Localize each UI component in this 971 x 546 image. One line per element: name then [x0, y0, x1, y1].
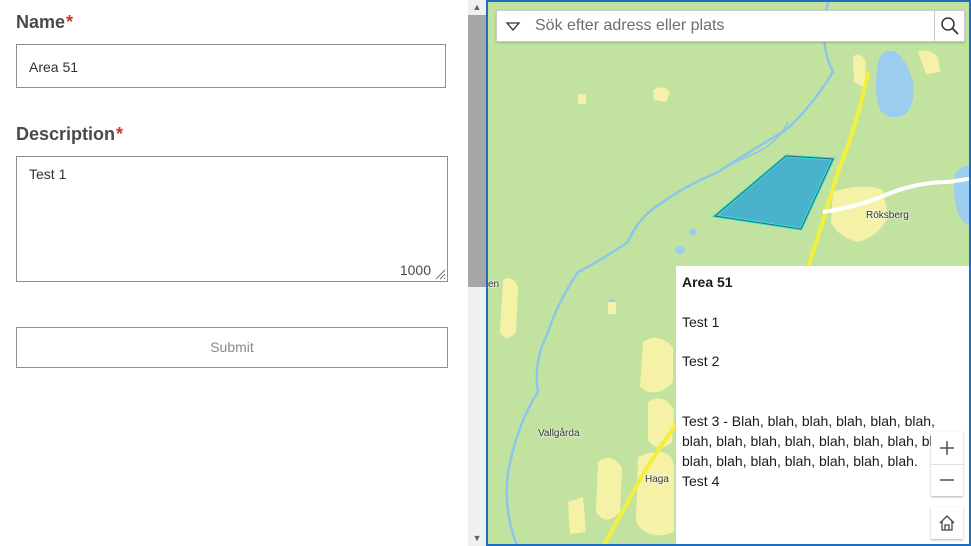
resize-grip-icon[interactable]: [434, 268, 446, 280]
home-button[interactable]: [931, 507, 963, 539]
feature-popup: Area 51 Test 1 Test 2 Test 3 - Blah, bla…: [675, 266, 969, 544]
popup-title: Area 51: [682, 274, 733, 290]
name-label-text: Name: [16, 12, 66, 32]
required-marker: *: [116, 124, 124, 144]
required-marker: *: [66, 12, 74, 32]
name-input[interactable]: Area 51: [16, 44, 446, 88]
name-input-value: Area 51: [29, 59, 79, 75]
place-label-vallgarda: Vallgårda: [538, 428, 580, 439]
character-count: 1000: [399, 262, 431, 278]
feature-form: Name* Area 51 Description* Test 1 1000 S…: [0, 0, 468, 546]
scroll-up-arrow-icon[interactable]: ▲: [468, 0, 486, 15]
place-label-haga: Haga: [645, 474, 669, 485]
zoom-controls: [931, 432, 963, 496]
name-label: Name*: [16, 12, 73, 33]
description-textarea[interactable]: Test 1 1000: [16, 156, 448, 282]
plus-icon: [940, 441, 954, 455]
zoom-out-button[interactable]: [931, 464, 963, 497]
search-button[interactable]: [934, 11, 964, 41]
popup-line: Test 2: [682, 353, 720, 369]
caret-down-icon: [505, 22, 521, 31]
form-scrollbar[interactable]: ▲ ▼: [468, 0, 486, 546]
popup-line: Test 1: [682, 314, 720, 330]
submit-button[interactable]: Submit: [16, 327, 448, 368]
zoom-in-button[interactable]: [931, 432, 963, 464]
home-icon: [939, 515, 955, 531]
place-label-edge: en: [488, 279, 500, 290]
scroll-thumb[interactable]: [468, 15, 486, 287]
popup-line: Test 3 - Blah, blah, blah, blah, blah, b…: [682, 413, 953, 469]
search-source-dropdown[interactable]: [497, 11, 529, 41]
description-label: Description*: [16, 124, 123, 145]
description-textarea-value: Test 1: [29, 166, 67, 182]
search-icon: [941, 17, 959, 35]
minus-icon: [940, 479, 954, 481]
scroll-down-arrow-icon[interactable]: ▼: [468, 531, 486, 546]
description-label-text: Description: [16, 124, 116, 144]
place-label-roksberg: Röksberg: [866, 210, 909, 221]
search-input[interactable]: Sök efter adress eller plats: [535, 11, 724, 41]
popup-line: Test 4: [682, 473, 720, 489]
map-search-bar: Sök efter adress eller plats: [496, 10, 965, 42]
map-view[interactable]: Röksberg Vallgårda Haga en Sök efter adr…: [486, 0, 971, 546]
